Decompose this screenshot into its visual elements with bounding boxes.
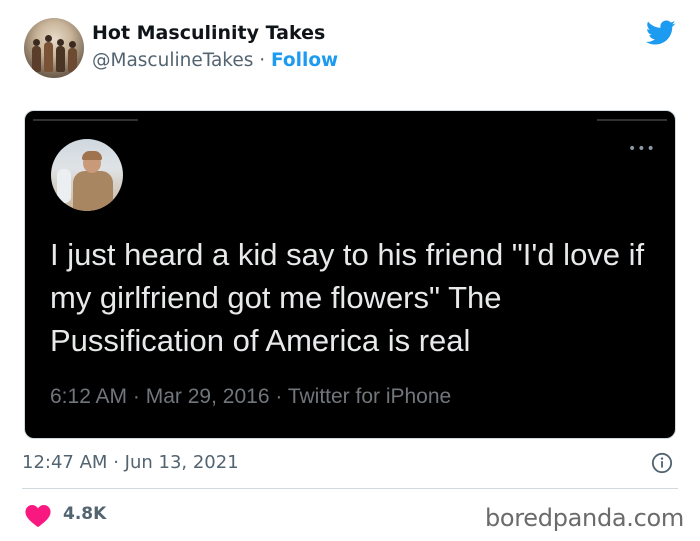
avatar-hair (82, 151, 102, 160)
avatar-figure (32, 39, 41, 72)
separator: · (259, 50, 266, 71)
info-icon[interactable] (651, 452, 673, 474)
decorative-line (33, 119, 138, 121)
author-handle[interactable]: @MasculineTakes (92, 50, 253, 71)
embedded-tweet-meta: 6:12 AM · Mar 29, 2016 · Twitter for iPh… (50, 385, 451, 409)
tweet-time: 12:47 AM (22, 452, 108, 473)
like-count[interactable]: 4.8K (63, 504, 106, 524)
decorative-line (597, 119, 667, 121)
separator: · (132, 385, 140, 408)
separator: · (113, 452, 119, 473)
embedded-date: Mar 29, 2016 (145, 385, 270, 408)
divider (22, 488, 678, 489)
tweet-timestamp[interactable]: 12:47 AM · Jun 13, 2021 (22, 452, 239, 473)
twitter-bird-icon[interactable] (646, 20, 676, 46)
avatar-coat (73, 171, 113, 211)
watermark: boredpanda.com (484, 504, 684, 532)
embedded-avatar (51, 139, 123, 211)
heart-icon[interactable] (25, 505, 51, 527)
avatar-background-figure (57, 169, 71, 203)
author-name[interactable]: Hot Masculinity Takes (92, 22, 325, 44)
embedded-source: Twitter for iPhone (287, 385, 452, 408)
separator: · (275, 385, 283, 408)
author-handle-row: @MasculineTakes · Follow (92, 50, 338, 71)
avatar-figure (44, 35, 53, 72)
embedded-tweet-card[interactable]: ••• I just heard a kid say to his friend… (24, 110, 676, 439)
tweet-date: Jun 13, 2021 (124, 452, 239, 473)
avatar-person (73, 151, 113, 211)
embedded-time: 6:12 AM (50, 385, 128, 408)
embedded-tweet-text: I just heard a kid say to his friend "I'… (50, 237, 645, 358)
avatar-figure (68, 41, 77, 72)
more-dots-icon[interactable]: ••• (628, 141, 656, 157)
follow-button[interactable]: Follow (271, 50, 338, 71)
avatar-figure (56, 39, 65, 72)
author-avatar[interactable] (24, 18, 84, 78)
